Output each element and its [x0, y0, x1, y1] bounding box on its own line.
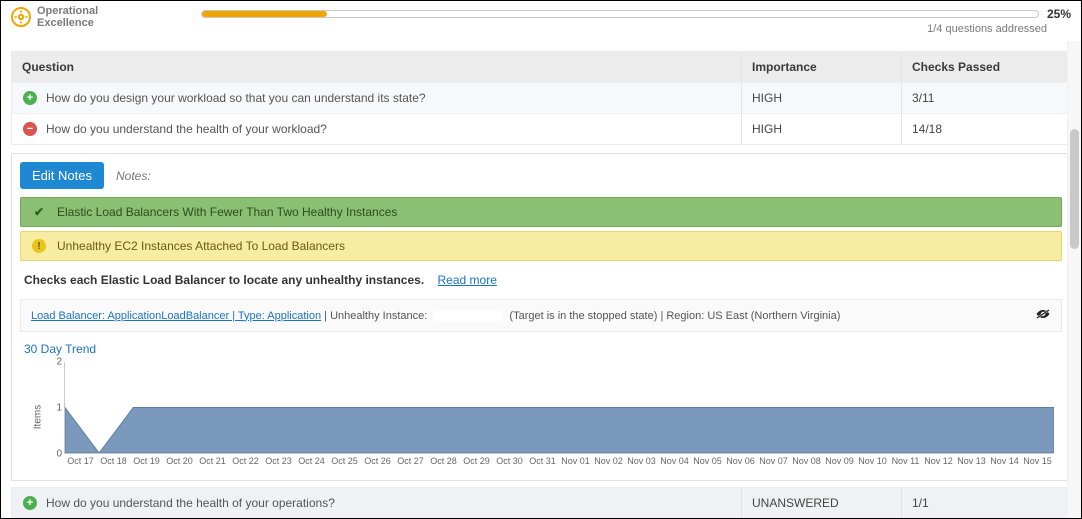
x-tick: Nov 11 — [889, 456, 922, 472]
x-tick: Nov 12 — [922, 456, 955, 472]
progress-bar — [201, 10, 1039, 18]
importance-value: HIGH — [752, 122, 782, 136]
checks-value: 14/18 — [912, 122, 942, 136]
check-icon: ✔ — [31, 204, 47, 220]
x-tick: Oct 27 — [394, 456, 427, 472]
x-tick: Nov 04 — [658, 456, 691, 472]
redacted-instance-id — [433, 311, 503, 321]
x-tick: Oct 31 — [526, 456, 559, 472]
x-tick: Nov 15 — [1021, 456, 1054, 472]
x-tick: Oct 20 — [163, 456, 196, 472]
x-tick: Oct 26 — [361, 456, 394, 472]
x-tick: Nov 05 — [691, 456, 724, 472]
expand-icon[interactable]: + — [23, 496, 37, 510]
progress-subtext: 1/4 questions addressed — [201, 23, 1071, 35]
x-tick: Nov 13 — [955, 456, 988, 472]
question-text: How do you design your workload so that … — [46, 91, 426, 105]
col-header-question: Question — [12, 52, 741, 82]
read-more-link[interactable]: Read more — [438, 273, 497, 287]
question-text: How do you understand the health of your… — [46, 122, 327, 136]
trend-title: 30 Day Trend — [24, 342, 1062, 356]
x-tick: Nov 14 — [988, 456, 1021, 472]
eye-slash-icon[interactable] — [1035, 308, 1051, 323]
x-tick: Oct 24 — [295, 456, 328, 472]
importance-value: UNANSWERED — [752, 496, 839, 510]
collapse-icon[interactable]: − — [23, 122, 37, 136]
col-header-importance: Importance — [741, 52, 901, 82]
edit-notes-button[interactable]: Edit Notes — [20, 162, 104, 189]
importance-value: HIGH — [752, 91, 782, 105]
y-tick: 0 — [56, 449, 62, 460]
y-tick: 2 — [56, 357, 62, 368]
x-tick: Oct 23 — [262, 456, 295, 472]
x-tick: Oct 30 — [493, 456, 526, 472]
x-tick: Nov 06 — [724, 456, 757, 472]
x-tick: Oct 21 — [196, 456, 229, 472]
table-row[interactable]: + How do you design your workload so that… — [12, 82, 1071, 113]
pillar-name: Operational Excellence — [37, 5, 98, 29]
checks-value: 1/1 — [912, 496, 929, 510]
col-header-checks: Checks Passed — [901, 52, 1071, 82]
expand-icon[interactable]: + — [23, 91, 37, 105]
progress-percent: 25% — [1047, 7, 1071, 21]
trend-chart: Items 012 Oct 17Oct 18Oct 19Oct 20Oct 21… — [20, 362, 1062, 472]
x-tick: Oct 18 — [97, 456, 130, 472]
question-text: How do you understand the health of your… — [46, 496, 335, 510]
check-warn-banner-text: Unhealthy EC2 Instances Attached To Load… — [57, 239, 345, 253]
x-tick: Nov 08 — [790, 456, 823, 472]
y-tick: 1 — [56, 403, 62, 414]
check-pass-banner-text: Elastic Load Balancers With Fewer Than T… — [57, 205, 397, 219]
questions-footer: + How do you understand the health of you… — [11, 487, 1071, 518]
check-description: Checks each Elastic Load Balancer to loc… — [24, 273, 424, 287]
table-row[interactable]: −How do you understand the health of you… — [12, 113, 1071, 144]
x-tick: Oct 29 — [460, 456, 493, 472]
x-tick: Nov 09 — [823, 456, 856, 472]
table-row[interactable]: + How do you understand the health of you… — [12, 488, 1071, 518]
x-tick: Oct 22 — [229, 456, 262, 472]
scrollbar-thumb[interactable] — [1070, 129, 1079, 249]
x-tick: Oct 25 — [328, 456, 361, 472]
x-tick: Nov 10 — [856, 456, 889, 472]
x-tick: Oct 28 — [427, 456, 460, 472]
x-tick: Oct 17 — [64, 456, 97, 472]
notes-label: Notes: — [116, 169, 151, 183]
x-tick: Nov 07 — [757, 456, 790, 472]
resource-mid-text: | Unhealthy Instance: — [324, 310, 430, 322]
x-tick: Nov 02 — [592, 456, 625, 472]
questions-table: Question Importance Checks Passed + How d… — [11, 51, 1071, 145]
x-tick: Nov 03 — [625, 456, 658, 472]
y-axis-label: Items — [33, 405, 44, 429]
check-warn-banner[interactable]: ! Unhealthy EC2 Instances Attached To Lo… — [20, 231, 1062, 261]
question-detail-panel: Edit Notes Notes: ✔ Elastic Load Balance… — [11, 153, 1071, 481]
scrollbar[interactable] — [1067, 41, 1081, 518]
check-pass-banner[interactable]: ✔ Elastic Load Balancers With Fewer Than… — [20, 197, 1062, 227]
warning-icon: ! — [31, 238, 47, 254]
checks-value: 3/11 — [912, 91, 934, 105]
resource-tail-text: (Target is in the stopped state) | Regio… — [509, 310, 840, 322]
x-tick: Nov 01 — [559, 456, 592, 472]
resource-row[interactable]: Load Balancer: ApplicationLoadBalancer |… — [20, 299, 1062, 332]
gear-badge-icon — [11, 7, 31, 27]
x-tick: Oct 19 — [130, 456, 163, 472]
load-balancer-link[interactable]: Load Balancer: ApplicationLoadBalancer |… — [31, 310, 321, 322]
